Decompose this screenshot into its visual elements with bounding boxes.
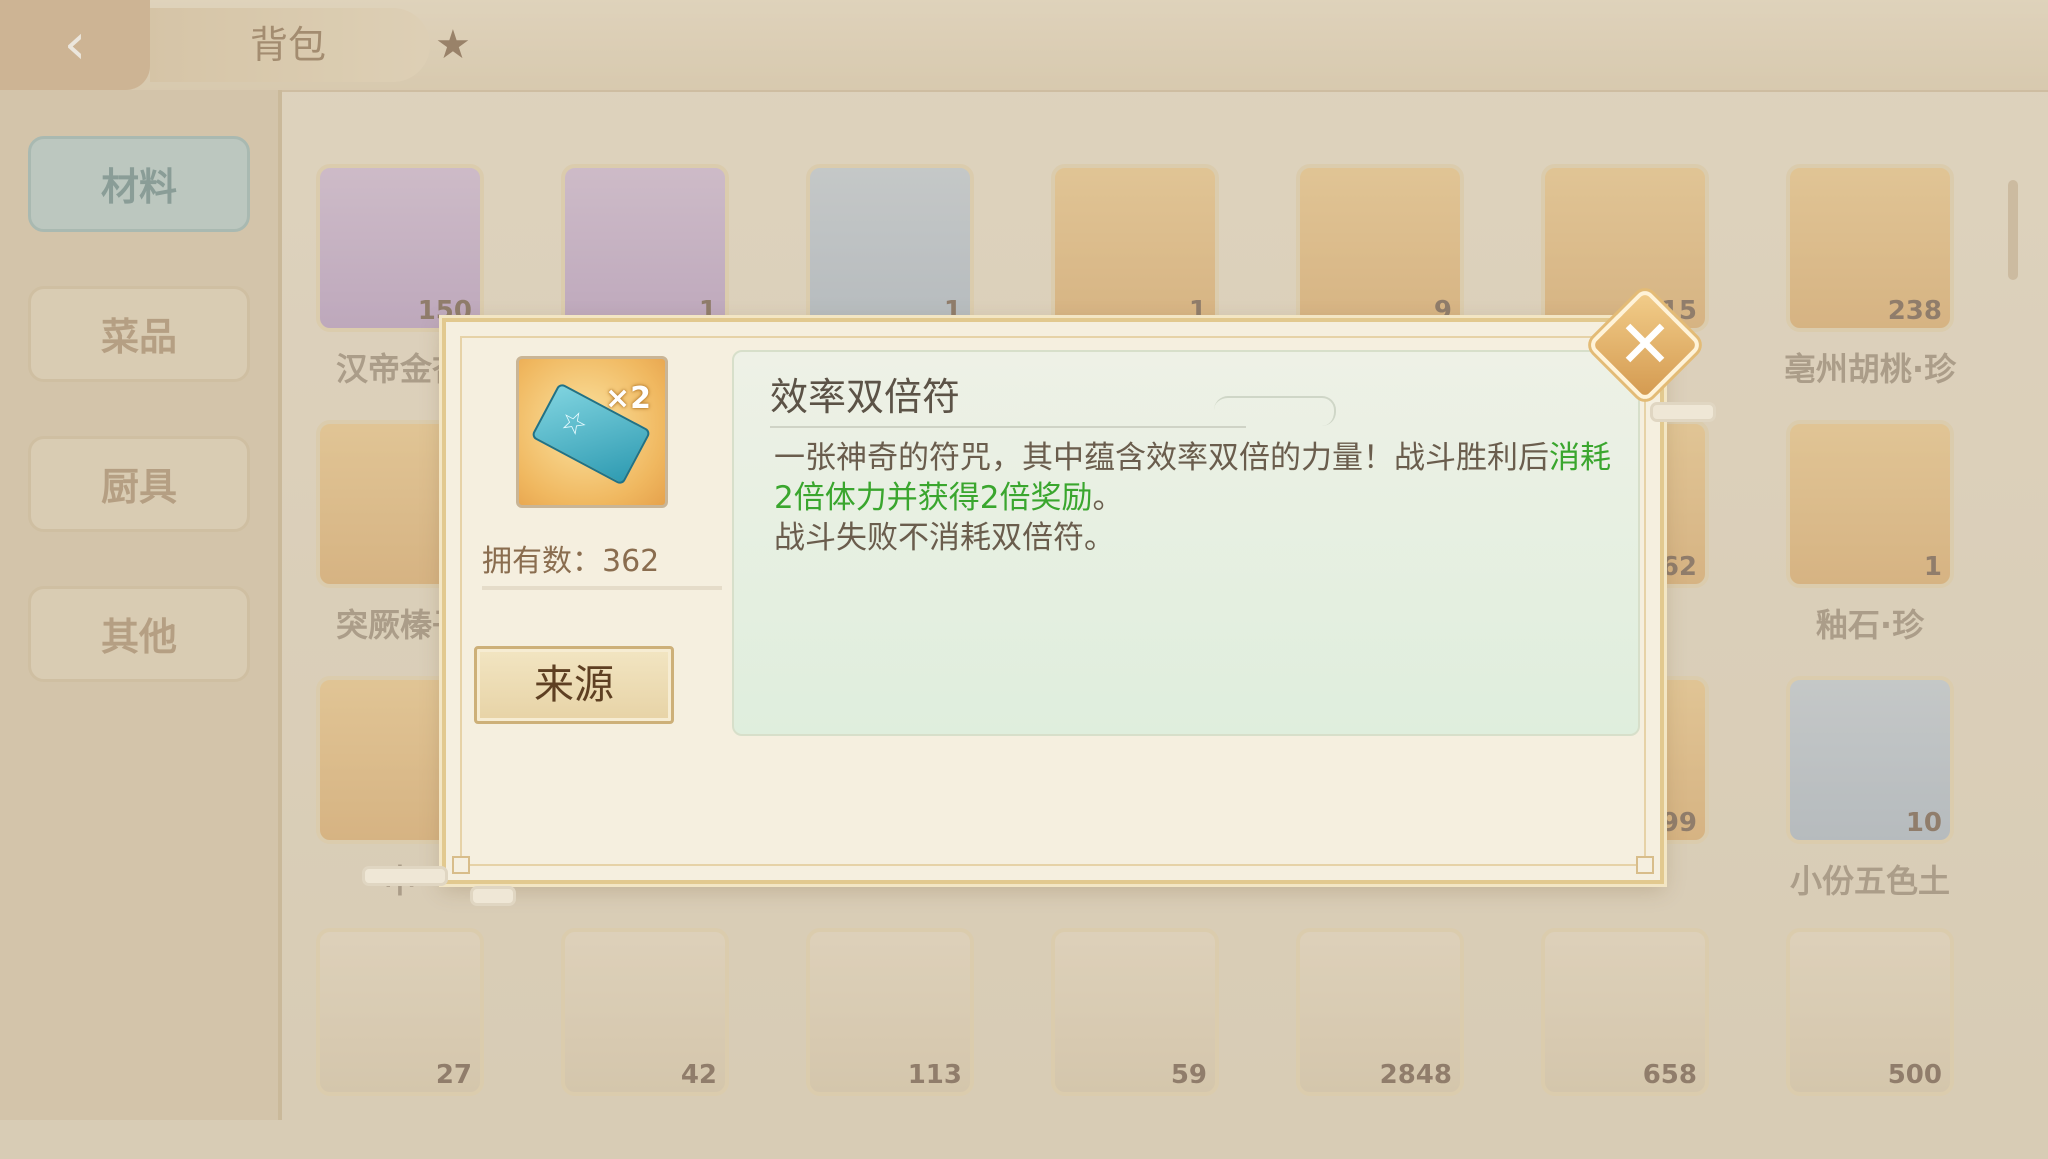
cloud-ornament <box>1214 396 1336 426</box>
corner-ornament <box>452 856 470 874</box>
title-divider <box>770 426 1246 428</box>
item-badge: ×2 <box>604 381 651 416</box>
description-text: 。 <box>1092 480 1124 516</box>
corner-ornament <box>1636 856 1654 874</box>
item-title: 效率双倍符 <box>770 375 961 419</box>
item-detail-popup: ☆ ×2 拥有数：362 来源 效率双倍符 一张神奇的符咒，其中蕴含效率双倍的力… <box>442 318 1664 884</box>
source-button[interactable]: 来源 <box>474 646 674 724</box>
description-text: 一张神奇的符咒，其中蕴含效率双倍的力量！战斗胜利后 <box>774 440 1549 476</box>
cloud-ornament <box>470 886 516 906</box>
close-icon[interactable]: ✕ <box>1590 290 1700 400</box>
item-description: 一张神奇的符咒，其中蕴含效率双倍的力量！战斗胜利后消耗2倍体力并获得2倍奖励。 … <box>774 438 1624 558</box>
description-text: 战斗失败不消耗双倍符。 <box>774 520 1115 556</box>
owned-count: 拥有数：362 <box>482 540 722 590</box>
double-efficiency-talisman-icon: ☆ ×2 <box>516 356 668 508</box>
cloud-ornament <box>362 866 448 886</box>
close-button[interactable]: ✕ <box>1567 267 1723 423</box>
description-panel: 效率双倍符 一张神奇的符咒，其中蕴含效率双倍的力量！战斗胜利后消耗2倍体力并获得… <box>732 350 1640 736</box>
